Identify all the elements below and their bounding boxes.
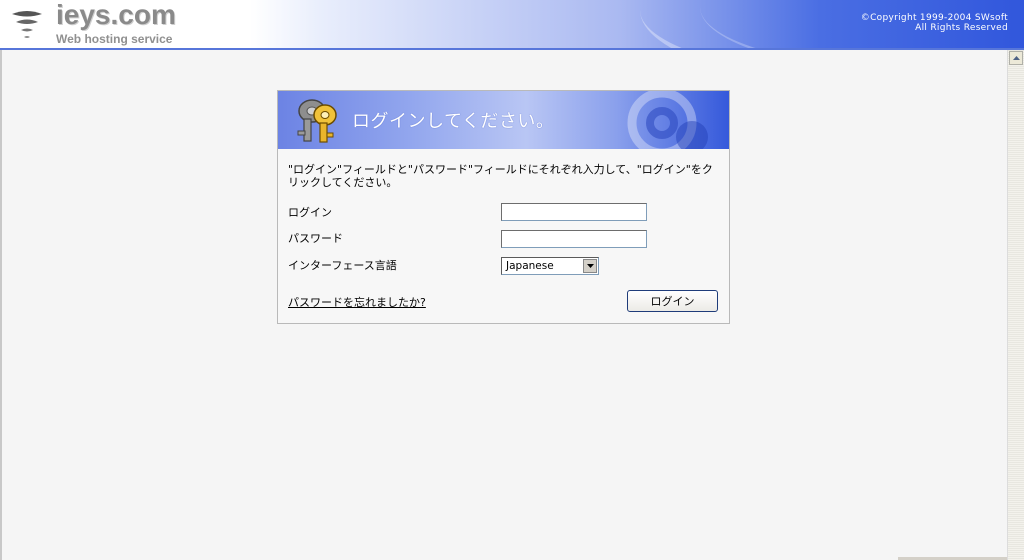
interface-language-label: インターフェース言語 xyxy=(288,259,397,272)
interface-language-value: Japanese xyxy=(506,260,554,272)
site-logo-text: ieys.com xyxy=(56,0,176,30)
keys-icon xyxy=(297,99,337,143)
chevron-down-icon xyxy=(586,264,594,268)
forgot-password-link[interactable]: パスワードを忘れましたか? xyxy=(288,294,426,310)
interface-language-select[interactable]: Japanese xyxy=(501,257,599,275)
login-panel-title: ログインしてください。 xyxy=(352,111,555,132)
vertical-scrollbar[interactable] xyxy=(1007,50,1024,560)
login-panel-banner: ログインしてください。 xyxy=(278,91,729,149)
dropdown-arrow-button[interactable] xyxy=(583,259,597,273)
rights-reserved-line: All Rights Reserved xyxy=(915,23,1008,33)
site-logo-subtitle: Web hosting service xyxy=(56,32,173,46)
copyright-line: ©Copyright 1999-2004 SWsoft xyxy=(860,13,1008,23)
login-button[interactable]: ログイン xyxy=(627,290,718,312)
arrow-up-icon xyxy=(1012,56,1020,60)
login-panel: ログインしてください。 "ログイン"フィールドと"パスワード"フィールドにそれぞ… xyxy=(277,90,730,324)
at-sign-watermark-icon xyxy=(627,91,708,149)
login-instructions: "ログイン"フィールドと"パスワード"フィールドにそれぞれ入力して、"ログイン"… xyxy=(288,163,713,189)
login-input[interactable] xyxy=(501,203,647,221)
password-input[interactable] xyxy=(501,230,647,248)
login-label: ログイン xyxy=(288,206,332,219)
scroll-up-button[interactable] xyxy=(1009,51,1023,65)
copyright-notice: ©Copyright 1999-2004 SWsoft All Rights R… xyxy=(861,13,1008,33)
tornado-icon xyxy=(12,11,42,38)
password-label: パスワード xyxy=(288,232,343,245)
header-banner: ieys.com Web hosting service ©Copyright … xyxy=(0,0,1024,48)
